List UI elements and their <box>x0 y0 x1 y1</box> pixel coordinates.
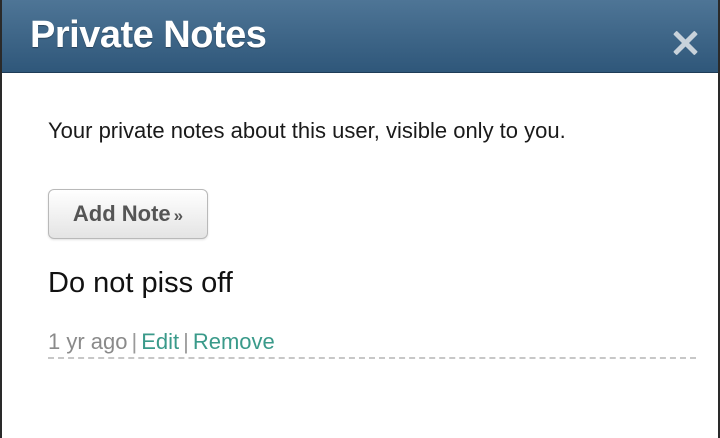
modal-body: Your private notes about this user, visi… <box>2 73 718 438</box>
add-note-label: Add Note <box>72 201 171 226</box>
intro-text: Your private notes about this user, visi… <box>48 118 566 143</box>
close-icon[interactable] <box>670 28 700 58</box>
edit-note-link[interactable]: Edit <box>141 329 179 354</box>
separator: | <box>131 329 138 354</box>
add-note-button[interactable]: Add Note» <box>48 189 208 239</box>
modal-title: Private Notes <box>30 14 267 56</box>
note-timestamp: 1 yr ago <box>48 329 128 354</box>
note-text: Do not piss off <box>48 267 233 299</box>
separator: | <box>183 329 189 354</box>
double-chevron-right-icon: » <box>173 206 184 225</box>
modal-header: Private Notes <box>2 0 718 73</box>
note-meta: 1 yr ago | Edit | Remove <box>48 329 275 355</box>
private-notes-modal: Private Notes Your private notes about t… <box>0 0 720 438</box>
remove-note-link[interactable]: Remove <box>193 329 275 354</box>
note-divider <box>48 357 696 359</box>
